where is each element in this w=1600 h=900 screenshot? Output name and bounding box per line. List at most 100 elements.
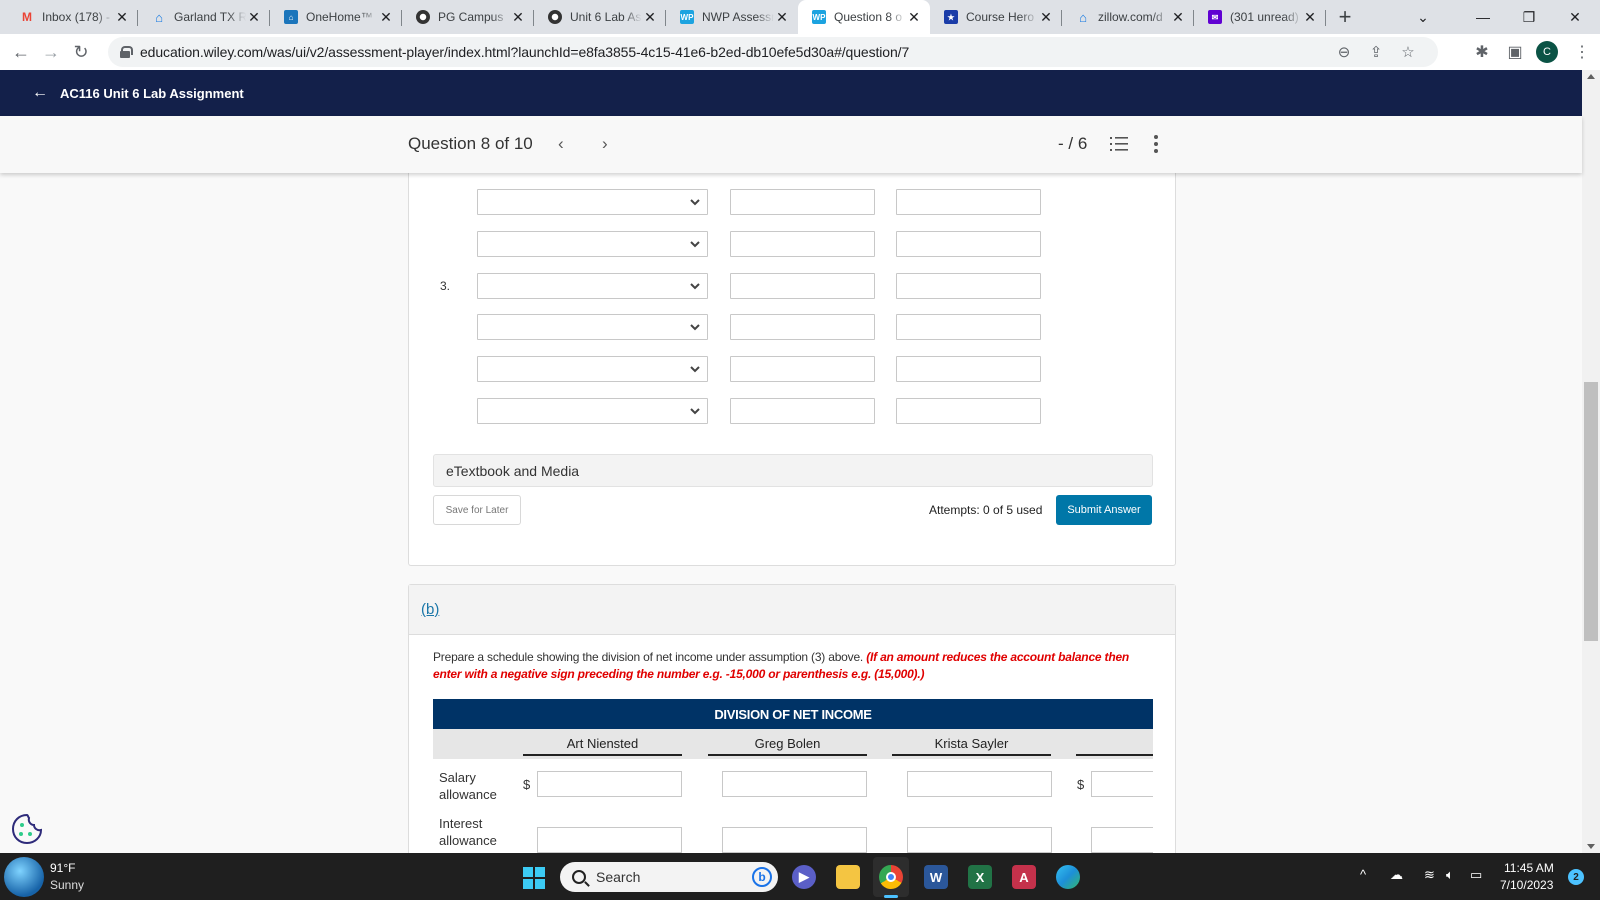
submit-answer-button[interactable]: Submit Answer	[1056, 495, 1152, 525]
debit-input[interactable]	[730, 398, 875, 424]
page-scrollbar[interactable]	[1582, 70, 1600, 853]
account-select[interactable]	[477, 189, 708, 215]
back-to-assignment-icon[interactable]: ←	[32, 84, 48, 102]
volume-icon[interactable]: 🔈︎	[1446, 867, 1454, 883]
browser-tab[interactable]: M Inbox (178) - ✕	[6, 0, 138, 34]
excel-icon[interactable]: X	[968, 865, 992, 889]
extensions-puzzle-icon[interactable]: ✱	[1470, 40, 1494, 64]
assignment-title[interactable]: AC116 Unit 6 Lab Assignment	[60, 86, 244, 101]
interest-krista-sayler-input[interactable]	[907, 827, 1052, 853]
browser-tab[interactable]: ⌂ zillow.com/d ✕	[1062, 0, 1194, 34]
restore-button[interactable]: ❐	[1506, 0, 1552, 34]
side-panel-icon[interactable]: ▣	[1503, 40, 1527, 64]
minimize-button[interactable]: —	[1460, 0, 1506, 34]
teams-meet-icon[interactable]: ▶	[792, 865, 816, 889]
close-tab-icon[interactable]: ✕	[1038, 9, 1054, 25]
battery-icon[interactable]: ▭	[1470, 867, 1482, 883]
account-select[interactable]	[477, 231, 708, 257]
question-list-icon[interactable]	[1110, 136, 1128, 152]
word-icon[interactable]: W	[924, 865, 948, 889]
part-b-link[interactable]: (b)	[421, 601, 439, 618]
debit-input[interactable]	[730, 356, 875, 382]
close-tab-icon[interactable]: ✕	[114, 9, 130, 25]
credit-input[interactable]	[896, 273, 1041, 299]
account-select[interactable]	[477, 314, 708, 340]
close-window-button[interactable]: ✕	[1552, 0, 1598, 34]
windows-start-icon[interactable]	[523, 867, 545, 889]
browser-tab[interactable]: PG Campus ✕	[402, 0, 534, 34]
scroll-down-arrow-icon[interactable]	[1587, 844, 1595, 849]
scroll-up-arrow-icon[interactable]	[1587, 74, 1595, 79]
wifi-icon[interactable]: ≋	[1424, 867, 1435, 883]
debit-input[interactable]	[730, 314, 875, 340]
clock-time[interactable]: 11:45 AM	[1504, 861, 1554, 875]
interest-total-input[interactable]	[1091, 827, 1153, 853]
credit-input[interactable]	[896, 189, 1041, 215]
close-tab-icon[interactable]: ✕	[774, 9, 790, 25]
browser-menu-icon[interactable]: ⋮	[1570, 40, 1594, 64]
credit-input[interactable]	[896, 231, 1041, 257]
zoom-out-icon[interactable]: ⊖	[1334, 42, 1354, 62]
onedrive-cloud-icon[interactable]: ☁	[1390, 867, 1403, 883]
etextbook-media-panel[interactable]: eTextbook and Media	[433, 454, 1153, 487]
bookmark-star-icon[interactable]: ☆	[1398, 42, 1418, 62]
salary-krista-sayler-input[interactable]	[907, 771, 1052, 797]
windows-taskbar: 91°F Sunny Search b ▶ W X A ^ ☁ ≋ 🔈︎ ▭ 1…	[0, 853, 1600, 900]
profile-avatar[interactable]: C	[1536, 41, 1558, 63]
show-hidden-icons-chevron[interactable]: ^	[1360, 867, 1366, 882]
file-explorer-icon[interactable]	[836, 865, 860, 889]
close-tab-icon[interactable]: ✕	[246, 9, 262, 25]
browser-tab[interactable]: ✉ (301 unread) ✕	[1194, 0, 1326, 34]
credit-input[interactable]	[896, 356, 1041, 382]
debit-input[interactable]	[730, 189, 875, 215]
browser-tab[interactable]: ⌂ Garland TX R ✕	[138, 0, 270, 34]
browser-tab[interactable]: WP NWP Assessm ✕	[666, 0, 798, 34]
previous-question-button[interactable]: ‹	[558, 134, 564, 154]
debit-input[interactable]	[730, 273, 875, 299]
address-bar[interactable]: education.wiley.com/was/ui/v2/assessment…	[108, 37, 1438, 67]
reload-button[interactable]: ↻	[66, 37, 96, 67]
new-tab-button[interactable]: +	[1330, 0, 1360, 34]
more-options-icon[interactable]	[1153, 134, 1159, 154]
weather-orb-icon[interactable]	[4, 857, 44, 897]
close-tab-icon[interactable]: ✕	[1170, 9, 1186, 25]
tab-search-chevron-icon[interactable]: ⌄	[1400, 0, 1446, 34]
browser-tab[interactable]: Unit 6 Lab As ✕	[534, 0, 666, 34]
close-tab-icon[interactable]: ✕	[1302, 9, 1318, 25]
close-tab-icon[interactable]: ✕	[378, 9, 394, 25]
browser-tab[interactable]: ★ Course Hero ✕	[930, 0, 1062, 34]
next-question-button[interactable]: ›	[602, 134, 608, 154]
taskbar-search[interactable]: Search b	[560, 862, 778, 892]
url-text[interactable]: education.wiley.com/was/ui/v2/assessment…	[140, 44, 909, 60]
edge-icon[interactable]	[1056, 865, 1080, 889]
notification-badge[interactable]: 2	[1568, 869, 1584, 885]
weather-temperature[interactable]: 91°F	[50, 861, 75, 875]
save-for-later-button[interactable]: Save for Later	[433, 495, 521, 525]
browser-tab[interactable]: WP Question 8 o ✕	[798, 0, 930, 34]
account-select[interactable]	[477, 356, 708, 382]
interest-greg-bolen-input[interactable]	[722, 827, 867, 853]
credit-input[interactable]	[896, 314, 1041, 340]
share-icon[interactable]: ⇪	[1366, 42, 1386, 62]
weather-description[interactable]: Sunny	[50, 878, 84, 892]
close-tab-icon[interactable]: ✕	[642, 9, 658, 25]
salary-greg-bolen-input[interactable]	[722, 771, 867, 797]
salary-total-input[interactable]	[1091, 771, 1153, 797]
debit-input[interactable]	[730, 231, 875, 257]
bing-icon[interactable]: b	[752, 867, 772, 887]
account-select[interactable]	[477, 398, 708, 424]
account-select[interactable]	[477, 273, 708, 299]
close-tab-icon[interactable]: ✕	[510, 9, 526, 25]
forward-button[interactable]: →	[36, 37, 66, 67]
browser-tab[interactable]: ⌂ OneHome™ ✕	[270, 0, 402, 34]
interest-art-niensted-input[interactable]	[537, 827, 682, 853]
salary-art-niensted-input[interactable]	[537, 771, 682, 797]
close-tab-icon[interactable]: ✕	[906, 9, 922, 25]
credit-input[interactable]	[896, 398, 1041, 424]
back-button[interactable]: ←	[6, 37, 36, 67]
chrome-taskbar-icon[interactable]	[879, 865, 903, 889]
scroll-thumb[interactable]	[1584, 382, 1598, 641]
clock-date[interactable]: 7/10/2023	[1500, 878, 1553, 892]
cookie-settings-icon[interactable]	[10, 812, 44, 846]
access-icon[interactable]: A	[1012, 865, 1036, 889]
